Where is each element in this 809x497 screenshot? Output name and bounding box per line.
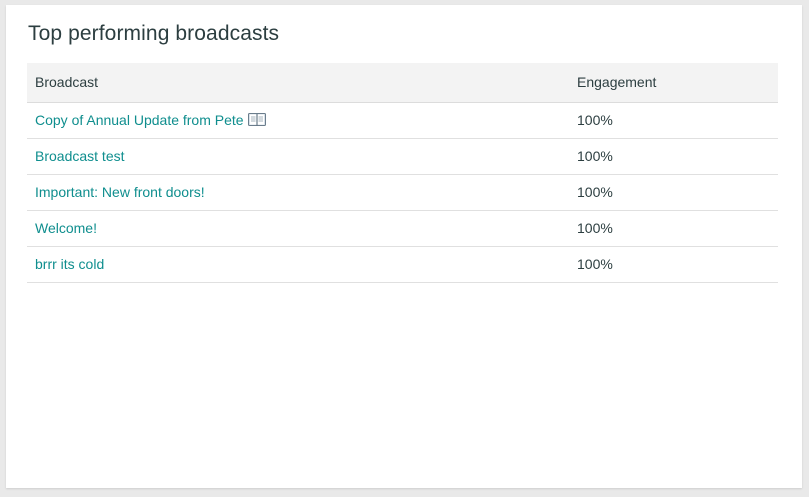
column-header-engagement: Engagement <box>569 63 778 103</box>
engagement-cell: 100% <box>569 102 778 139</box>
table-header-row: Broadcast Engagement <box>27 63 778 103</box>
broadcast-cell: Copy of Annual Update from Pete <box>27 102 569 139</box>
broadcast-cell: Important: New front doors! <box>27 174 569 211</box>
broadcast-link[interactable]: Welcome! <box>35 220 97 236</box>
broadcasts-table: Broadcast Engagement Copy of Annual Upda… <box>27 63 778 283</box>
broadcast-cell: brrr its cold <box>27 246 569 283</box>
broadcast-cell: Broadcast test <box>27 138 569 175</box>
table-row: brrr its cold 100% <box>27 246 778 283</box>
engagement-cell: 100% <box>569 138 778 175</box>
engagement-cell: 100% <box>569 174 778 211</box>
broadcast-link[interactable]: Broadcast test <box>35 148 125 164</box>
broadcast-link[interactable]: Important: New front doors! <box>35 184 205 200</box>
top-broadcasts-card: Top performing broadcasts Broadcast Enga… <box>6 5 802 488</box>
engagement-cell: 100% <box>569 246 778 283</box>
broadcast-link[interactable]: Copy of Annual Update from Pete <box>35 112 244 128</box>
broadcast-cell: Welcome! <box>27 210 569 247</box>
column-header-broadcast: Broadcast <box>27 63 569 103</box>
book-icon <box>247 113 266 126</box>
table-row: Broadcast test 100% <box>27 138 778 175</box>
broadcast-link[interactable]: brrr its cold <box>35 256 104 272</box>
table-row: Important: New front doors! 100% <box>27 174 778 211</box>
table-row: Copy of Annual Update from Pete 100% <box>27 102 778 139</box>
card-title: Top performing broadcasts <box>28 22 280 45</box>
table-row: Welcome! 100% <box>27 210 778 247</box>
engagement-cell: 100% <box>569 210 778 247</box>
